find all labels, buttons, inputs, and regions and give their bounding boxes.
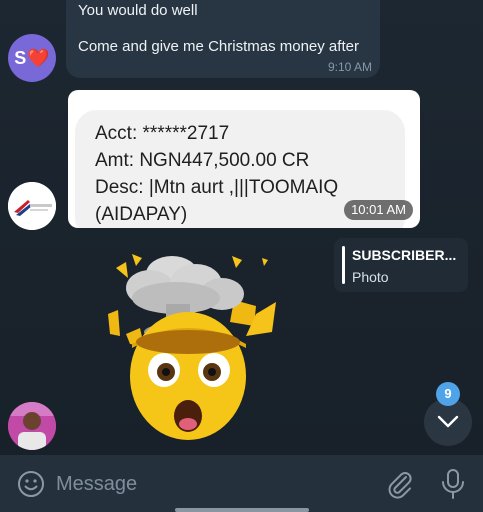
sms-line-acct: Acct: ******2717 [95,123,230,144]
home-indicator [175,508,309,512]
sender-avatar[interactable]: S ❤️ [8,34,56,82]
message-text-line2: Come and give me Christmas money after [78,38,359,55]
message-time: 9:10 AM [327,60,372,74]
sms-line-desc-cont: (AIDAPAY) [95,204,188,225]
forwarded-reply[interactable]: SUBSCRIBER... Photo [334,238,468,292]
voice-message-button[interactable] [438,467,468,501]
image-message-time: 10:01 AM [344,200,413,220]
smiley-icon [18,471,44,497]
exploding-head-icon[interactable] [96,248,296,448]
avatar-letter: S [14,47,27,68]
image-message[interactable]: Acct: ******2717 Amt: NGN447,500.00 CR D… [68,90,420,228]
paperclip-icon [388,472,412,499]
unread-badge: 9 [436,382,460,406]
chevron-down-icon [437,415,459,428]
message-bubble[interactable]: You would do well Come and give me Chris… [66,0,380,78]
microphone-icon [442,469,464,499]
bank-logo-icon [8,182,56,230]
forwarded-subtitle: Photo [352,269,389,285]
message-input-bar [0,455,483,512]
sender-avatar-bank[interactable] [8,182,56,230]
person-photo-icon [8,402,56,450]
sms-line-amount: Amt: NGN447,500.00 CR [95,150,310,171]
attach-button[interactable] [384,468,416,500]
sms-line-desc: Desc: |Mtn aurt ,|||TOOMAIQ [95,177,339,198]
heart-icon: ❤️ [27,47,50,68]
forwarded-title: SUBSCRIBER... [352,247,457,263]
emoji-button[interactable] [16,469,46,499]
sender-avatar-photo[interactable] [8,402,56,450]
message-text-line1: You would do well [78,2,198,19]
quote-bar [342,246,345,284]
message-input[interactable] [56,469,356,499]
